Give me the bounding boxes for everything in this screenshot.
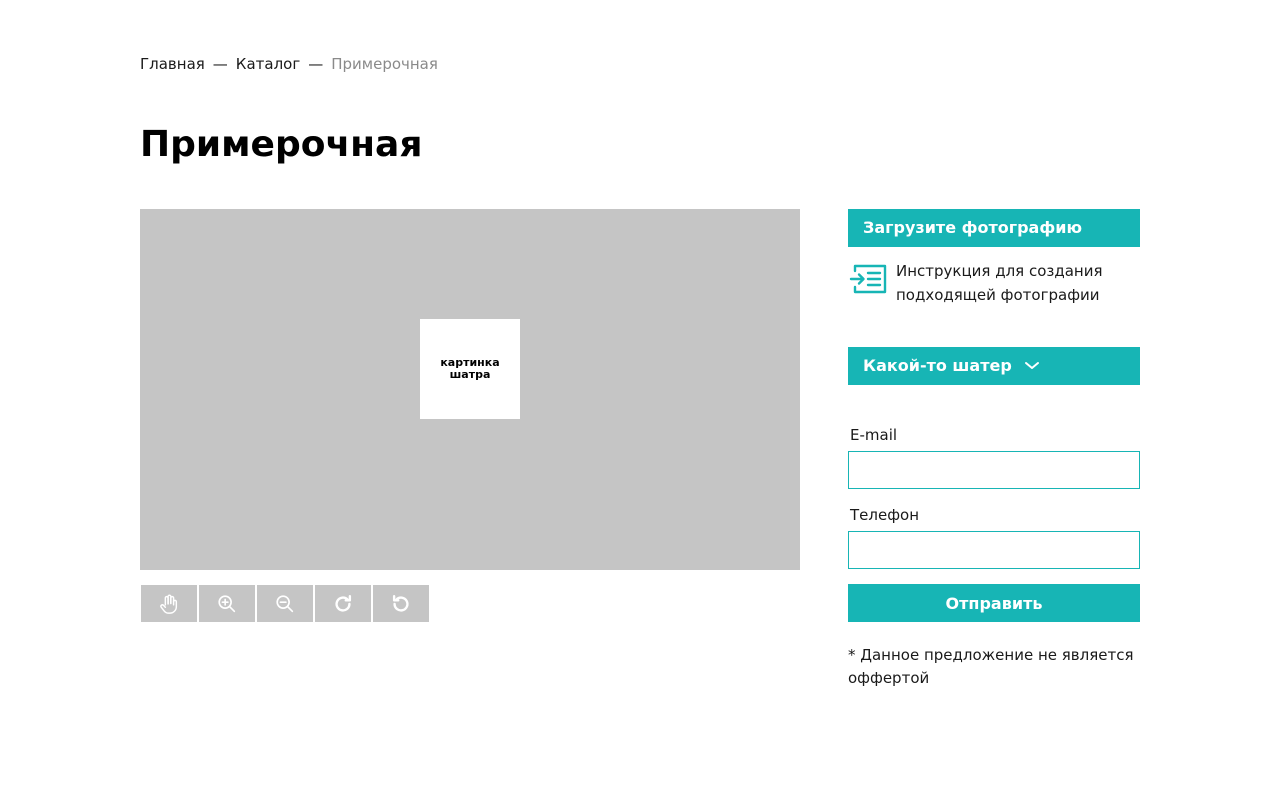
tent-select[interactable]: Какой-то шатер: [848, 347, 1140, 385]
breadcrumb-separator: —: [308, 55, 324, 73]
sidebar: Загрузите фотографию Инструкция для созд…: [848, 209, 1140, 690]
breadcrumb-catalog-link[interactable]: Каталог: [236, 54, 300, 74]
canvas-toolbar: [140, 585, 429, 622]
instruction-text[interactable]: Инструкция для создания подходящей фотог…: [896, 259, 1136, 307]
instruction-link[interactable]: Инструкция для создания подходящей фотог…: [848, 259, 1140, 309]
zoom-in-button[interactable]: [199, 585, 255, 622]
zoom-out-icon: [276, 594, 294, 612]
breadcrumb-current: Примерочная: [331, 55, 438, 73]
pan-tool-button[interactable]: [141, 585, 197, 622]
phone-label: Телефон: [850, 506, 920, 524]
rotate-left-icon: [392, 594, 409, 612]
fitting-canvas[interactable]: картинка шатра: [140, 209, 800, 570]
rotate-right-button[interactable]: [315, 585, 371, 622]
tent-select-value: Какой-то шатер: [863, 356, 1012, 375]
disclaimer-text: * Данное предложение не является офферто…: [848, 646, 1134, 687]
zoom-in-icon: [218, 594, 236, 612]
submit-button[interactable]: Отправить: [848, 584, 1140, 622]
upload-photo-button[interactable]: Загрузите фотографию: [848, 209, 1140, 247]
rotate-right-icon: [335, 594, 352, 612]
breadcrumb-separator: —: [212, 55, 228, 73]
phone-field[interactable]: [848, 531, 1140, 569]
page-title: Примерочная: [140, 124, 423, 165]
email-field[interactable]: [848, 451, 1140, 489]
breadcrumb-home-link[interactable]: Главная: [140, 54, 205, 74]
document-import-icon: [849, 264, 887, 294]
zoom-out-button[interactable]: [257, 585, 313, 622]
tent-thumbnail-label: картинка шатра: [440, 356, 500, 381]
breadcrumb: Главная — Каталог — Примерочная: [140, 54, 438, 74]
tent-thumbnail[interactable]: картинка шатра: [420, 319, 520, 419]
chevron-down-icon: [1024, 361, 1040, 371]
email-label: E-mail: [850, 426, 898, 444]
hand-icon: [160, 594, 178, 614]
rotate-left-button[interactable]: [373, 585, 429, 622]
